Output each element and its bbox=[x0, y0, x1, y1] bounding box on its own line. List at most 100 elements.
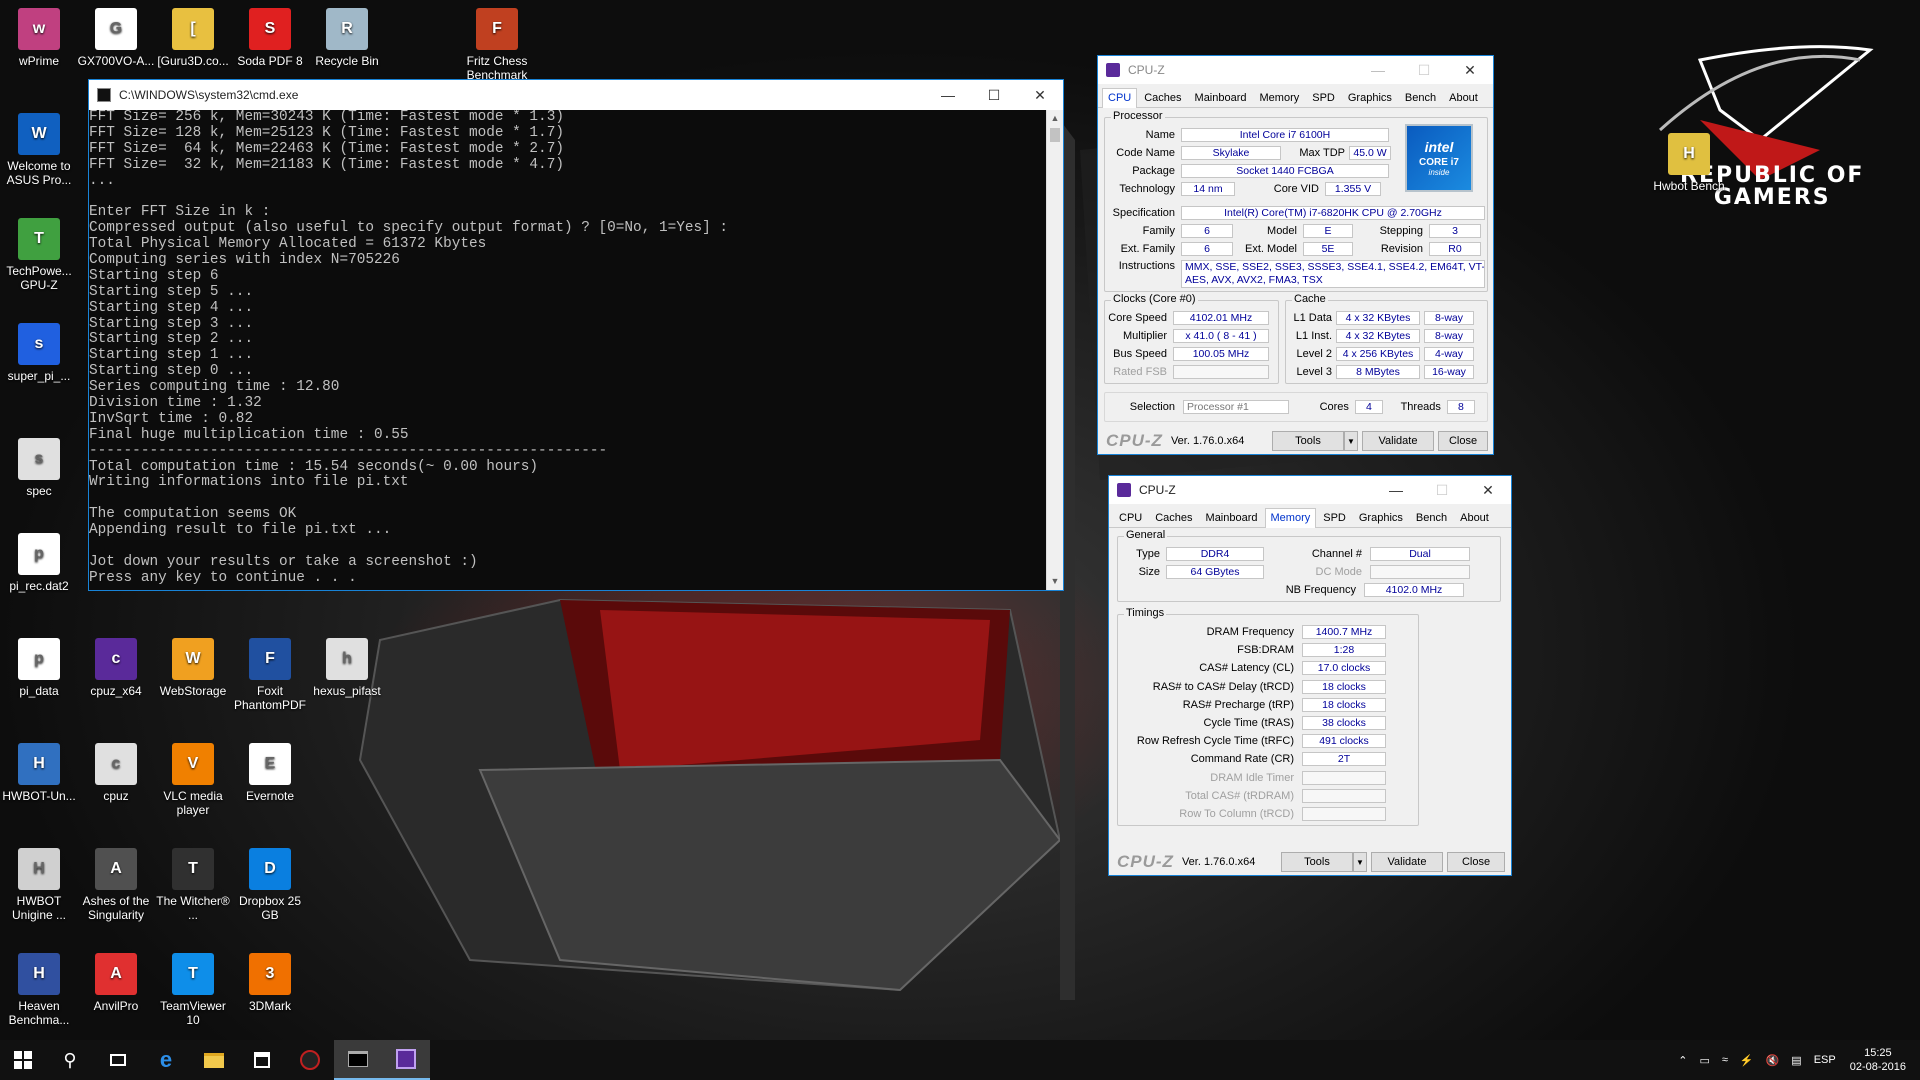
scroll-up-arrow-icon[interactable]: ▲ bbox=[1047, 110, 1063, 127]
cpuz-taskbar-icon[interactable] bbox=[382, 1040, 430, 1080]
desktop-shortcut[interactable]: H HWBOT-Un... bbox=[0, 743, 78, 803]
selection-group: Selection Processor #1 ▼ Cores4 Threads8 bbox=[1104, 392, 1488, 422]
desktop-shortcut[interactable]: [[Guru3D.co... bbox=[154, 8, 232, 68]
cpuz-cpu-window[interactable]: CPU-Z — ☐ ✕ CPU Caches Mainboard Memory SPD G… bbox=[1097, 55, 1494, 455]
desktop-shortcut[interactable]: V VLC media player bbox=[154, 743, 232, 817]
validate-button[interactable]: Validate bbox=[1371, 852, 1443, 872]
cmd-titlebar[interactable]: C:\WINDOWS\system32\cmd.exe — ☐ ✕ bbox=[89, 80, 1063, 110]
close-button[interactable]: ✕ bbox=[1465, 476, 1511, 504]
minimize-button[interactable]: — bbox=[1355, 56, 1401, 84]
maximize-button[interactable]: ☐ bbox=[1401, 56, 1447, 84]
desktop-shortcut[interactable]: s super_pi_... bbox=[0, 323, 78, 383]
console-output[interactable]: FFT Size= 256 k, Mem=30243 K (Time: Fast… bbox=[89, 110, 1046, 590]
desktop-shortcut[interactable]: T The Witcher® ... bbox=[154, 848, 232, 922]
desktop-shortcut[interactable]: F Foxit PhantomPDF bbox=[231, 638, 309, 712]
desktop-shortcut[interactable]: F Fritz Chess Benchmark bbox=[458, 8, 536, 82]
tab-spd[interactable]: SPD bbox=[1306, 88, 1341, 108]
tab-caches[interactable]: Caches bbox=[1149, 508, 1198, 528]
desktop-shortcut[interactable]: G GX700VO-A... bbox=[77, 8, 155, 68]
technology-value: 14 nm bbox=[1181, 182, 1235, 196]
search-icon[interactable]: ⚲ bbox=[46, 1040, 94, 1080]
desktop-shortcut[interactable]: c cpuz bbox=[77, 743, 155, 803]
file-explorer-icon[interactable] bbox=[190, 1040, 238, 1080]
tab-cpu[interactable]: CPU bbox=[1113, 508, 1148, 528]
desktop-shortcut[interactable]: 3 3DMark bbox=[231, 953, 309, 1013]
tab-bench[interactable]: Bench bbox=[1410, 508, 1453, 528]
tools-dropdown-icon[interactable]: ▼ bbox=[1344, 431, 1358, 451]
timing-row: Total CAS# (tRDRAM) bbox=[1118, 788, 1386, 803]
tab-graphics[interactable]: Graphics bbox=[1342, 88, 1398, 108]
cmd-taskbar-icon[interactable] bbox=[334, 1040, 382, 1080]
close-button[interactable]: ✕ bbox=[1017, 80, 1063, 110]
scroll-thumb[interactable] bbox=[1050, 128, 1060, 142]
power-icon[interactable]: ⚡ bbox=[1740, 1054, 1754, 1067]
store-icon[interactable] bbox=[238, 1040, 286, 1080]
desktop-shortcut[interactable]: W WebStorage bbox=[154, 638, 232, 698]
desktop-shortcut[interactable]: h hexus_pifast bbox=[308, 638, 386, 698]
tab-graphics[interactable]: Graphics bbox=[1353, 508, 1409, 528]
desktop-shortcut[interactable]: c cpuz_x64 bbox=[77, 638, 155, 698]
desktop-shortcut-label: cpuz_x64 bbox=[90, 684, 142, 698]
tools-button[interactable]: Tools bbox=[1272, 431, 1344, 451]
desktop-shortcut[interactable]: A Ashes of the Singularity bbox=[77, 848, 155, 922]
desktop-shortcut[interactable]: w wPrime bbox=[0, 8, 78, 68]
tab-about[interactable]: About bbox=[1454, 508, 1495, 528]
desktop-shortcut[interactable]: H Heaven Benchma... bbox=[0, 953, 78, 1027]
desktop-shortcut[interactable]: T TechPowe... GPU-Z bbox=[0, 218, 78, 292]
chevron-up-icon[interactable]: ⌃ bbox=[1678, 1054, 1687, 1067]
tab-mainboard[interactable]: Mainboard bbox=[1200, 508, 1264, 528]
input-language[interactable]: ESP bbox=[1814, 1054, 1836, 1066]
tools-button[interactable]: Tools bbox=[1281, 852, 1353, 872]
start-button[interactable] bbox=[0, 1040, 46, 1080]
spec-icon: s bbox=[18, 438, 60, 480]
close-button[interactable]: Close bbox=[1438, 431, 1488, 451]
maximize-button[interactable]: ☐ bbox=[971, 80, 1017, 110]
desktop-shortcut[interactable]: p pi_data bbox=[0, 638, 78, 698]
cpuz-titlebar[interactable]: CPU-Z — ☐ ✕ bbox=[1098, 56, 1493, 84]
vertical-scrollbar[interactable]: ▲ ▼ bbox=[1046, 110, 1063, 590]
task-view-icon[interactable] bbox=[94, 1040, 142, 1080]
desktop-shortcut[interactable]: T TeamViewer 10 bbox=[154, 953, 232, 1027]
desktop-shortcut[interactable]: D Dropbox 25 GB bbox=[231, 848, 309, 922]
minimize-button[interactable]: — bbox=[925, 80, 971, 110]
desktop-shortcut[interactable]: H Hwbot Bench bbox=[1650, 133, 1728, 193]
desktop-shortcut[interactable]: A AnvilPro bbox=[77, 953, 155, 1013]
webstorage-icon: W bbox=[172, 638, 214, 680]
scroll-down-arrow-icon[interactable]: ▼ bbox=[1047, 573, 1063, 590]
desktop-shortcut[interactable]: W Welcome to ASUS Pro... bbox=[0, 113, 78, 187]
action-center-icon[interactable]: ▤ bbox=[1791, 1054, 1801, 1067]
tab-memory[interactable]: Memory bbox=[1254, 88, 1306, 108]
battery-icon[interactable]: ▭ bbox=[1699, 1054, 1709, 1067]
cpuz-app-icon bbox=[1117, 483, 1131, 497]
maximize-button[interactable]: ☐ bbox=[1419, 476, 1465, 504]
cmd-window[interactable]: C:\WINDOWS\system32\cmd.exe — ☐ ✕ FFT Si… bbox=[88, 79, 1064, 591]
minimize-button[interactable]: — bbox=[1373, 476, 1419, 504]
windows-logo-icon bbox=[14, 1051, 32, 1069]
cpuz-memory-window[interactable]: CPU-Z — ☐ ✕ CPU Caches Mainboard Memory SPD G… bbox=[1108, 475, 1512, 876]
tab-mainboard[interactable]: Mainboard bbox=[1189, 88, 1253, 108]
tab-memory[interactable]: Memory bbox=[1264, 508, 1317, 529]
rog-app-icon[interactable] bbox=[286, 1040, 334, 1080]
console-line: FFT Size= 128 k, Mem=25123 K (Time: Fast… bbox=[89, 124, 564, 141]
desktop-shortcut[interactable]: s spec bbox=[0, 438, 78, 498]
volume-muted-icon[interactable]: 🔇 bbox=[1766, 1054, 1780, 1067]
close-button[interactable]: Close bbox=[1447, 852, 1505, 872]
tab-caches[interactable]: Caches bbox=[1138, 88, 1187, 108]
desktop-shortcut[interactable]: E Evernote bbox=[231, 743, 309, 803]
close-button[interactable]: ✕ bbox=[1447, 56, 1493, 84]
desktop-shortcut[interactable]: R Recycle Bin bbox=[308, 8, 386, 68]
processor-select[interactable]: Processor #1 bbox=[1183, 400, 1289, 414]
desktop-shortcut[interactable]: H HWBOT Unigine ... bbox=[0, 848, 78, 922]
validate-button[interactable]: Validate bbox=[1362, 431, 1434, 451]
clock[interactable]: 15:25 02-08-2016 bbox=[1850, 1046, 1906, 1074]
cpuz-titlebar[interactable]: CPU-Z — ☐ ✕ bbox=[1109, 476, 1511, 504]
tab-cpu[interactable]: CPU bbox=[1102, 88, 1138, 109]
tab-bench[interactable]: Bench bbox=[1399, 88, 1442, 108]
desktop-shortcut[interactable]: S Soda PDF 8 bbox=[231, 8, 309, 68]
tools-dropdown-icon[interactable]: ▼ bbox=[1353, 852, 1367, 872]
desktop-shortcut[interactable]: p pi_rec.dat2 bbox=[0, 533, 78, 593]
wifi-icon[interactable]: ≈ bbox=[1722, 1054, 1728, 1066]
tab-spd[interactable]: SPD bbox=[1317, 508, 1352, 528]
edge-browser-icon[interactable]: e bbox=[142, 1040, 190, 1080]
tab-about[interactable]: About bbox=[1443, 88, 1484, 108]
